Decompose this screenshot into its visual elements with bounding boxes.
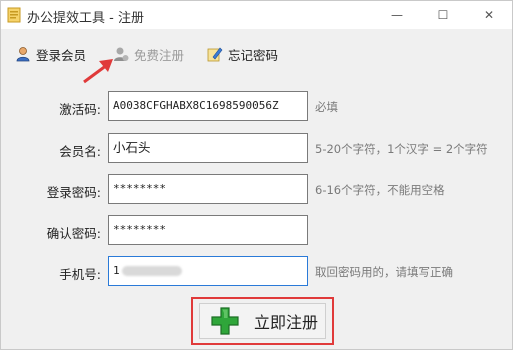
minimize-icon: — xyxy=(391,8,403,22)
login-password-hint: 6-16个字符，不能用空格 xyxy=(315,183,445,197)
member-name-label: 会员名: xyxy=(59,144,101,159)
minimize-button[interactable]: — xyxy=(374,1,420,29)
close-button[interactable]: ✕ xyxy=(466,1,512,29)
login-member-button[interactable]: 登录会员 xyxy=(15,45,86,63)
member-name-input[interactable]: 小石头 xyxy=(108,133,308,163)
phone-label: 手机号: xyxy=(59,267,101,282)
free-register-button[interactable]: 免费注册 xyxy=(113,45,184,63)
annotation-arrow-icon xyxy=(83,59,113,84)
free-register-label: 免费注册 xyxy=(134,47,185,63)
confirm-password-input[interactable]: ******** xyxy=(108,215,308,245)
login-member-label: 登录会员 xyxy=(36,47,87,63)
register-now-label: 立即注册 xyxy=(254,313,319,332)
title-bar: 办公提效工具 - 注册 — ☐ ✕ xyxy=(1,1,512,29)
login-password-input[interactable]: ******** xyxy=(108,174,308,204)
user-icon xyxy=(16,47,30,62)
phone-input[interactable]: 1 xyxy=(108,256,308,286)
maximize-button[interactable]: ☐ xyxy=(420,1,466,29)
forgot-password-label: 忘记密码 xyxy=(228,47,279,63)
redacted-mask xyxy=(121,266,182,276)
activation-code-hint: 必填 xyxy=(315,100,338,114)
edit-icon xyxy=(207,47,223,62)
login-password-label: 登录密码: xyxy=(46,185,101,200)
register-window: 办公提效工具 - 注册 — ☐ ✕ 登录会员 免费注册 忘记密码 激活码: A0… xyxy=(0,0,513,350)
app-icon xyxy=(7,7,21,23)
activation-code-label: 激活码: xyxy=(59,102,101,117)
forgot-password-button[interactable]: 忘记密码 xyxy=(207,45,278,63)
maximize-icon: ☐ xyxy=(437,8,449,22)
confirm-password-label: 确认密码: xyxy=(46,226,101,241)
toolbar: 登录会员 免费注册 忘记密码 xyxy=(1,29,512,75)
plus-icon xyxy=(211,307,239,335)
register-now-button[interactable]: 立即注册 xyxy=(199,303,326,339)
member-name-hint: 5-20个字符，1个汉字 = 2个字符 xyxy=(315,142,488,156)
close-icon: ✕ xyxy=(483,8,495,22)
activation-code-input[interactable]: A0038CFGHABX8C1698590056Z xyxy=(108,91,308,121)
phone-value: 1 xyxy=(113,264,120,277)
submit-highlight-frame: 立即注册 xyxy=(191,297,334,345)
phone-hint: 取回密码用的，请填写正确 xyxy=(315,265,453,279)
window-title: 办公提效工具 - 注册 xyxy=(27,11,144,26)
